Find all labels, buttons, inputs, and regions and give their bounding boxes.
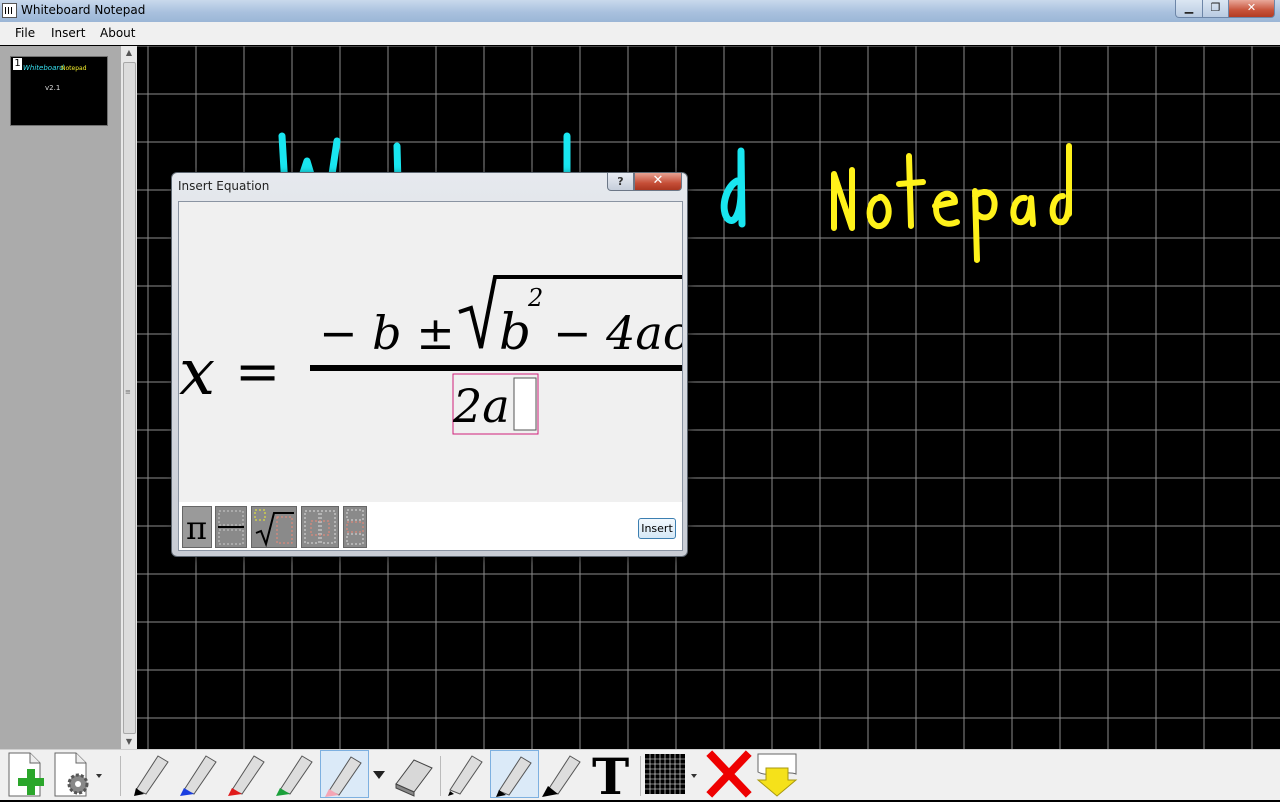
pen-medium-button[interactable] [490,750,539,798]
matrix-template-button[interactable] [301,506,339,548]
close-button[interactable]: ✕ [1228,0,1275,18]
page-number: 1 [13,58,22,70]
pen-thin-icon [448,755,483,796]
insert-equation-dialog: Insert Equation ? ✕ x = − b ± b 2 − 4ac … [171,172,688,557]
scroll-grip-icon: ≡ [125,388,131,396]
toolbar-separator [120,756,121,796]
scroll-thumb[interactable] [123,62,136,734]
pi-symbol-button[interactable]: π [182,506,212,548]
fraction-bar [310,365,682,371]
pen-color-dropdown[interactable] [370,750,388,798]
title-bar: Whiteboard Notepad ▁ ❐ ✕ [0,0,1280,23]
page-sidebar: 1 Whiteboard Notepad v2.1 [0,46,137,749]
equation-equals: = [235,340,280,403]
pen-pink-icon [325,756,362,797]
menu-about[interactable]: About [100,26,135,40]
app-icon [2,3,17,18]
page-thumbnail[interactable]: 1 Whiteboard Notepad v2.1 [10,56,108,126]
help-button[interactable]: ? [607,173,634,191]
column-icon [346,509,364,545]
new-page-button[interactable] [2,750,46,798]
download-arrow-icon [756,753,798,797]
text-cursor-box [513,377,537,431]
eraser-button[interactable] [390,750,438,798]
chevron-down-icon [373,771,385,779]
radicand-rest: − 4ac [553,306,683,360]
pen-green-icon [276,755,313,796]
dialog-close-button[interactable]: ✕ [634,173,682,191]
column-template-button[interactable] [343,506,367,548]
pen-red-icon [228,755,265,796]
pi-icon: π [186,509,207,547]
window-title: Whiteboard Notepad [21,3,146,17]
equation-display: x = − b ± b 2 − 4ac 2a [179,275,683,435]
denominator: 2a [452,379,510,433]
delete-button[interactable] [706,750,752,798]
equation-lhs: x [179,336,215,410]
pen-green-button[interactable] [272,750,320,798]
grid-toggle-button[interactable] [643,750,699,798]
pen-red-button[interactable] [224,750,272,798]
fraction-template-button[interactable] [215,506,247,548]
new-page-icon [8,752,44,797]
scroll-down-arrow[interactable]: ▼ [121,735,137,749]
maximize-button[interactable]: ❐ [1202,0,1229,18]
pen-thin-button[interactable] [442,750,490,798]
pen-medium-icon [496,756,532,797]
pen-blue-icon [180,755,217,796]
handwriting-notepad [831,143,1072,263]
minimize-button[interactable]: ▁ [1175,0,1203,18]
thumbnail-text-3: v2.1 [45,84,61,92]
settings-gear-icon [54,752,102,797]
menu-insert[interactable]: Insert [51,26,85,40]
delete-x-icon [706,750,752,798]
svg-text:T: T [592,750,629,798]
dialog-title: Insert Equation [178,179,270,193]
save-export-button[interactable] [754,750,800,798]
scroll-up-arrow[interactable]: ▲ [121,46,137,60]
pen-thick-icon [542,755,581,797]
pen-pink-button[interactable] [320,750,369,798]
text-tool-button[interactable]: T [588,747,636,802]
eraser-icon [395,759,433,797]
thumbnail-text-2: Notepad [61,65,87,72]
toolbar-separator [440,756,441,796]
pen-black-icon [134,755,169,796]
radicand-b: b [499,303,531,361]
numerator-prefix: − b ± [319,306,455,360]
fraction-icon [218,510,244,545]
menu-file[interactable]: File [15,26,35,40]
pen-blue-button[interactable] [176,750,224,798]
menu-bar: File Insert About [0,22,1280,45]
equation-palette: π [179,502,682,550]
equation-editor[interactable]: x = − b ± b 2 − 4ac 2a π Insert [178,201,683,551]
pen-thick-button[interactable] [540,750,588,798]
text-tool-icon: T [592,747,629,802]
toolbar-separator [640,756,641,796]
sqrt-icon [254,509,294,548]
grid-icon [645,754,697,794]
bottom-toolbar: T [0,747,1280,802]
pen-black-button[interactable] [128,750,176,798]
sidebar-scrollbar[interactable]: ▲ ≡ ▼ [121,46,137,749]
page-settings-button[interactable] [50,750,106,798]
thumbnail-text-1: Whiteboard [23,64,64,72]
insert-button[interactable]: Insert [638,518,676,539]
exponent-2: 2 [527,284,543,312]
matrix-icon [304,510,336,544]
sqrt-template-button[interactable] [251,506,297,548]
